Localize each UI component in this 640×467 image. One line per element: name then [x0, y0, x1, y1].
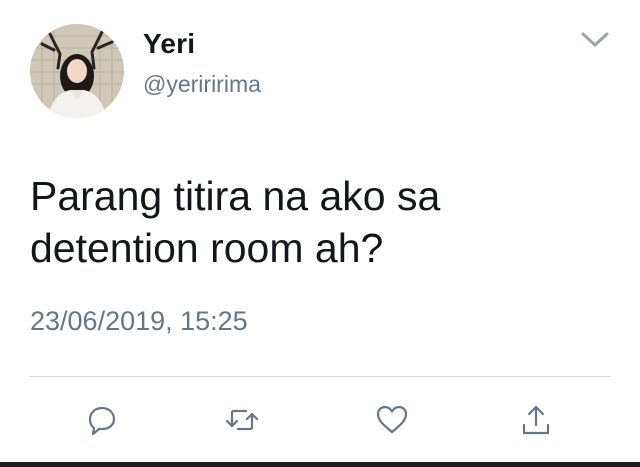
avatar-image [30, 24, 124, 118]
user-handle[interactable]: @yeriririma [143, 71, 261, 98]
tweet-text: Parang titira na ako sa detention room a… [30, 173, 441, 271]
share-icon [520, 403, 552, 437]
retweet-icon [224, 404, 260, 436]
like-button[interactable] [372, 400, 412, 440]
chevron-down-icon[interactable] [580, 30, 610, 50]
reply-icon [86, 404, 118, 436]
tweet-timestamp[interactable]: 23/06/2019, 15:25 [30, 306, 248, 337]
reply-button[interactable] [82, 400, 122, 440]
display-name[interactable]: Yeri [143, 28, 195, 60]
bottom-border [0, 462, 640, 467]
tweet-card: Yeri @yeriririma Parang titira na ako sa… [0, 0, 640, 467]
share-button[interactable] [516, 400, 556, 440]
retweet-button[interactable] [222, 400, 262, 440]
avatar[interactable] [30, 24, 124, 118]
divider [30, 376, 610, 377]
heart-icon [375, 404, 409, 436]
